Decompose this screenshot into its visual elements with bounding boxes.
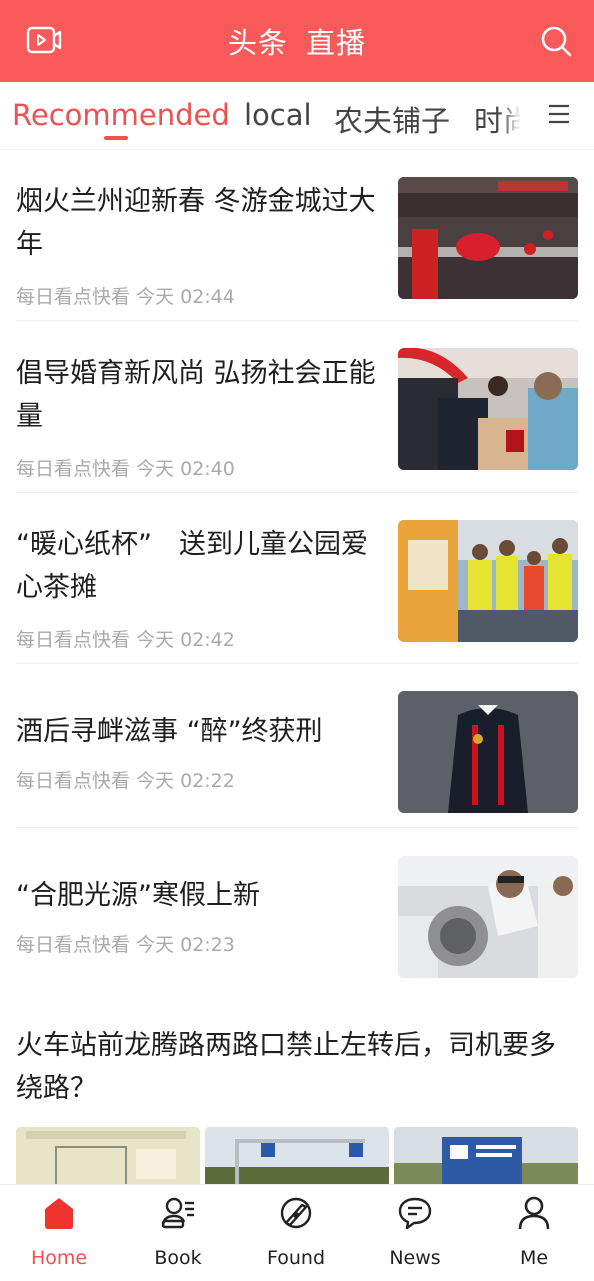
person-icon — [518, 1196, 550, 1230]
active-tab-indicator — [104, 136, 128, 140]
top-header: 头条 直播 — [0, 0, 594, 82]
article-meta: 每日看点快看 今天 02:40 — [16, 454, 235, 481]
article-thumbnail[interactable] — [205, 1127, 389, 1187]
article-divider — [16, 827, 578, 828]
article-time: 今天 02:42 — [136, 629, 235, 651]
article-source: 每日看点快看 — [16, 934, 131, 956]
article-item[interactable]: 烟火兰州迎新春 冬游金城过大年 每日看点快看 今天 02:44 — [16, 177, 578, 310]
article-source: 每日看点快看 — [16, 770, 131, 792]
article-title[interactable]: “合肥光源”寒假上新 — [16, 874, 376, 917]
article-source: 每日看点快看 — [16, 629, 131, 651]
header-tab-headlines[interactable]: 头条 — [228, 20, 288, 62]
article-source: 每日看点快看 — [16, 286, 131, 308]
article-thumbnail[interactable] — [398, 856, 578, 978]
tabs-divider — [0, 149, 594, 150]
home-icon — [45, 1198, 73, 1229]
nav-found[interactable]: Found — [237, 1185, 355, 1281]
tab-local[interactable]: local — [244, 98, 312, 132]
article-time: 今天 02:23 — [136, 934, 235, 956]
nav-label: Home — [30, 1247, 88, 1269]
article-source: 每日看点快看 — [16, 458, 131, 480]
nav-label: News — [389, 1247, 441, 1269]
tab-menu[interactable] — [520, 82, 594, 150]
article-meta: 每日看点快看 今天 02:44 — [16, 282, 235, 309]
article-item[interactable]: “暖心纸杯” 送到儿童公园爱心茶摊 每日看点快看 今天 02:42 — [16, 520, 578, 653]
nav-label: Me — [519, 1247, 549, 1269]
tab-farmer-shop[interactable]: 农夫铺子 — [334, 98, 450, 140]
book-icon — [161, 1197, 194, 1229]
bottom-navigation: Home Book Found News Me — [0, 1184, 594, 1281]
nav-label: Found — [266, 1247, 326, 1269]
article-thumbnail[interactable] — [398, 177, 578, 299]
nav-book[interactable]: Book — [119, 1185, 237, 1281]
article-thumbnail[interactable] — [398, 520, 578, 642]
article-title[interactable]: 倡导婚育新风尚 弘扬社会正能量 — [16, 352, 376, 438]
article-image-row[interactable] — [16, 1127, 578, 1187]
nav-home[interactable]: Home — [0, 1185, 118, 1281]
header-tab-live[interactable]: 直播 — [306, 20, 366, 62]
article-time: 今天 02:22 — [136, 770, 235, 792]
search-icon[interactable] — [540, 25, 572, 57]
article-divider — [16, 492, 578, 493]
article-title[interactable]: 酒后寻衅滋事 “醉”终获刑 — [16, 710, 376, 753]
article-thumbnail[interactable] — [398, 348, 578, 470]
category-tabs: Recommended local 农夫铺子 时尚 — [0, 82, 594, 150]
article-meta: 每日看点快看 今天 02:42 — [16, 625, 235, 652]
article-title-multi[interactable]: 火车站前龙腾路两路口禁止左转后，司机要多绕路？ — [16, 1024, 578, 1110]
article-thumbnail[interactable] — [394, 1127, 578, 1187]
article-item[interactable]: 倡导婚育新风尚 弘扬社会正能量 每日看点快看 今天 02:40 — [16, 348, 578, 482]
article-title[interactable]: “暖心纸杯” 送到儿童公园爱心茶摊 — [16, 523, 376, 609]
tab-recommended[interactable]: Recommended — [12, 98, 230, 132]
article-divider — [16, 320, 578, 321]
nav-news[interactable]: News — [356, 1185, 474, 1281]
chat-icon — [398, 1197, 432, 1230]
article-meta: 每日看点快看 今天 02:23 — [16, 930, 235, 957]
article-item[interactable]: “合肥光源”寒假上新 每日看点快看 今天 02:23 — [16, 856, 578, 984]
article-time: 今天 02:44 — [136, 286, 235, 308]
nav-me[interactable]: Me — [475, 1185, 593, 1281]
article-divider — [16, 663, 578, 664]
article-thumbnail[interactable] — [16, 1127, 200, 1187]
article-thumbnail[interactable] — [398, 691, 578, 813]
article-meta: 每日看点快看 今天 02:22 — [16, 766, 235, 793]
article-title[interactable]: 烟火兰州迎新春 冬游金城过大年 — [16, 180, 376, 266]
hamburger-icon[interactable] — [548, 104, 570, 124]
article-item[interactable]: 酒后寻衅滋事 “醉”终获刑 每日看点快看 今天 02:22 — [16, 691, 578, 820]
compass-icon — [280, 1197, 312, 1229]
article-time: 今天 02:40 — [136, 458, 235, 480]
nav-label: Book — [154, 1247, 202, 1269]
